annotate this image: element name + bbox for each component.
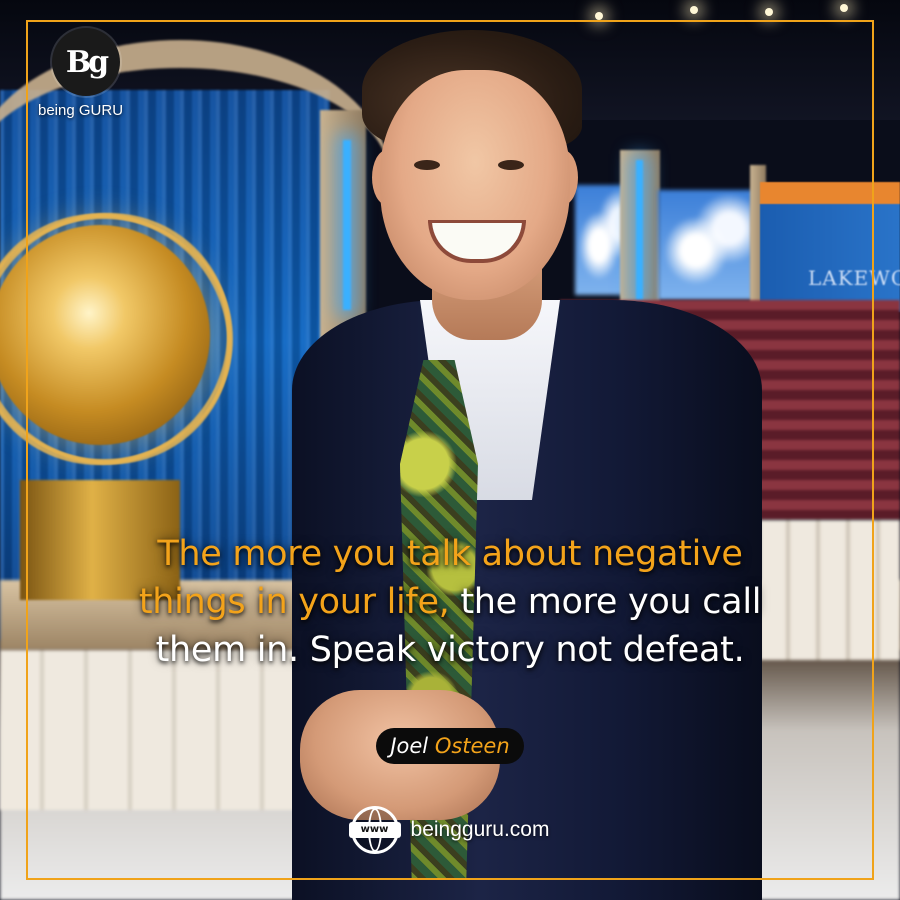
being-guru-logo: Bg: [52, 28, 120, 96]
website-link[interactable]: beingguru.com: [411, 818, 550, 842]
www-label: www: [348, 822, 401, 838]
author-badge: Joel Osteen: [376, 728, 524, 764]
author-first-name: Joel: [390, 734, 435, 758]
logo-mark: Bg: [65, 44, 109, 80]
author-last-name: Osteen: [434, 734, 510, 758]
footer: www beingguru.com: [0, 806, 900, 854]
brand-name: being GURU: [38, 102, 124, 119]
globe-www-icon: www: [348, 806, 401, 854]
author-row: Joel Osteen: [0, 728, 900, 764]
quote-text: The more you talk about negative things …: [120, 530, 780, 674]
